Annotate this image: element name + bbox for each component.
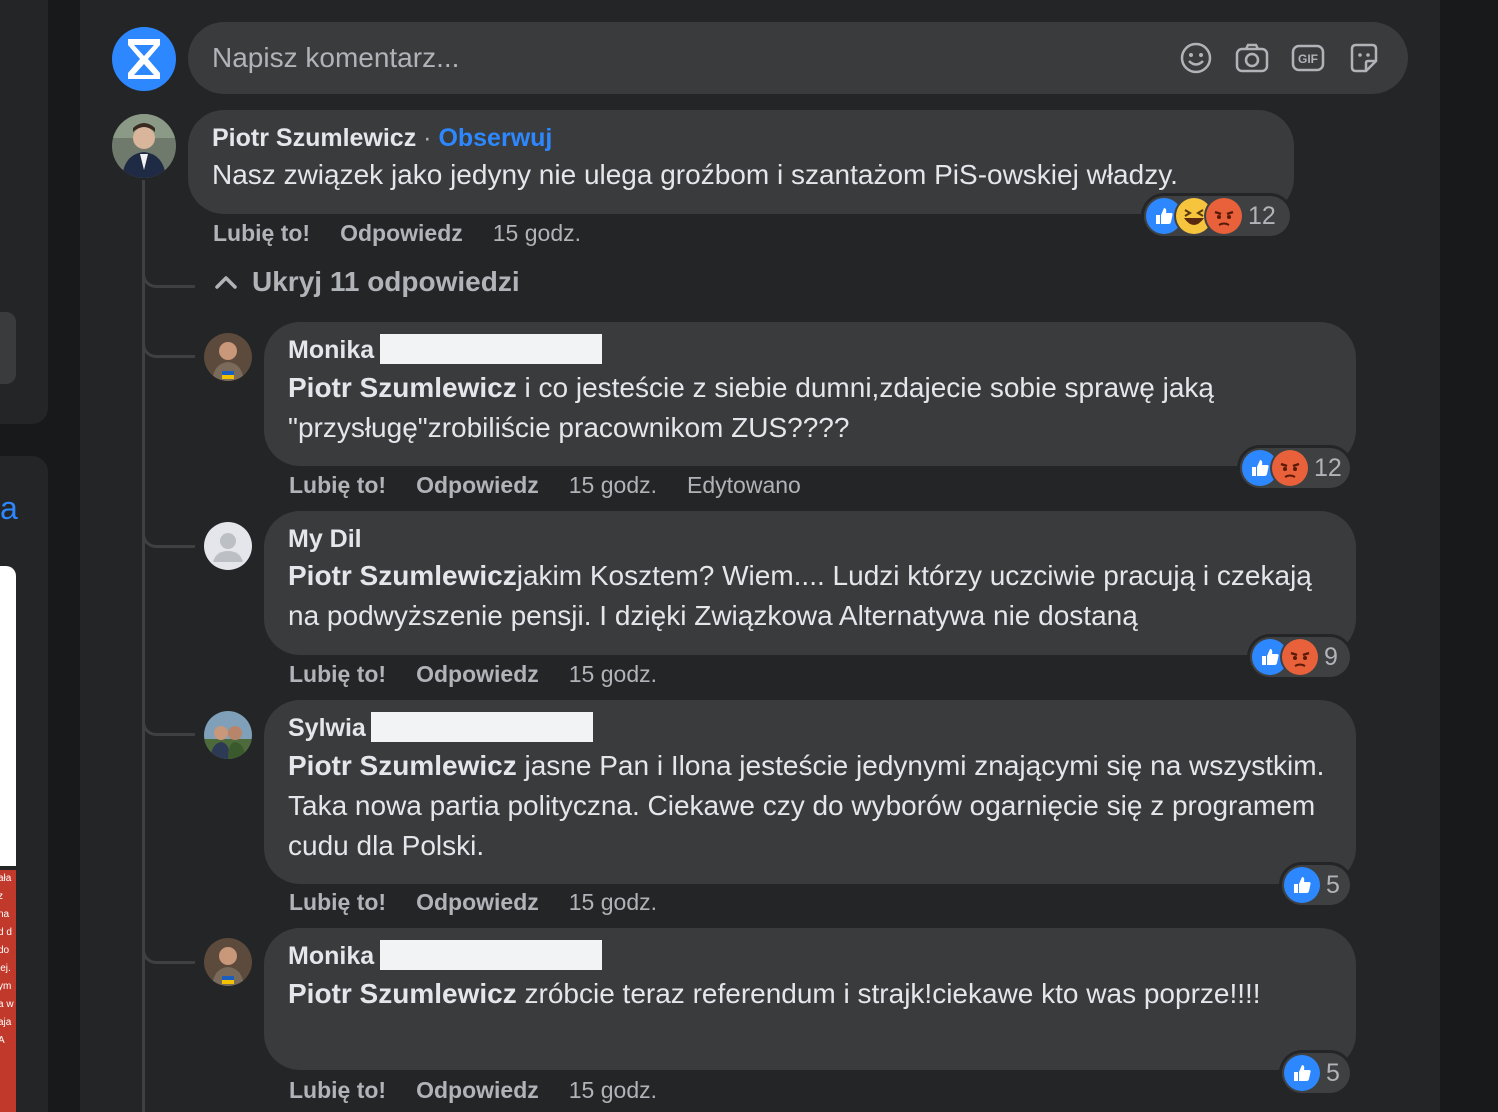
reply-bubble: Sylwia Piotr Szumlewicz jasne Pan i Ilon… [264, 700, 1356, 884]
angry-icon [1272, 450, 1308, 486]
composer-avatar[interactable] [112, 27, 176, 91]
avatar[interactable] [204, 938, 252, 986]
separator: · [416, 124, 439, 152]
timestamp[interactable]: 15 godz. [569, 661, 657, 687]
mention[interactable]: Piotr Szumlewicz [288, 750, 517, 781]
reply-button[interactable]: Odpowiedz [416, 1077, 539, 1103]
comment-author[interactable]: Piotr Szumlewicz [212, 124, 416, 152]
like-button[interactable]: Lubię to! [289, 472, 386, 498]
smiley-icon[interactable] [1178, 40, 1214, 76]
thread-elbow [142, 936, 195, 964]
reaction-summary[interactable]: 12 [1144, 196, 1290, 236]
left-image-fragment [0, 566, 16, 866]
reply-author[interactable]: Monika [288, 942, 374, 970]
mention[interactable]: Piotr Szumlewicz [288, 978, 517, 1009]
reaction-summary[interactable]: 9 [1250, 637, 1350, 677]
reply-actions: Lubię to! Odpowiedz 15 godz. [289, 889, 687, 916]
reply-button[interactable]: Odpowiedz [416, 661, 539, 687]
reply-author[interactable]: Sylwia [288, 714, 366, 742]
reaction-summary[interactable]: 5 [1282, 1053, 1350, 1093]
hide-replies-toggle[interactable]: Ukryj 11 odpowiedzi [214, 266, 520, 298]
follow-link[interactable]: Obserwuj [438, 124, 552, 152]
thread-elbow [142, 520, 195, 548]
mention[interactable]: Piotr Szumlewicz [288, 560, 517, 591]
comment-input-placeholder: Napisz komentarz... [212, 42, 460, 73]
default-avatar-icon [204, 522, 252, 570]
comment-input[interactable]: Napisz komentarz... GIF [188, 22, 1408, 94]
comment-author-line: Piotr Szumlewicz · Obserwuj [212, 124, 1270, 153]
reply-bubble: Monika Piotr Szumlewicz i co jesteście z… [264, 322, 1356, 466]
reply-actions: Lubię to! Odpowiedz 15 godz. Edytowano [289, 472, 801, 499]
reaction-count: 12 [1314, 453, 1342, 482]
angry-icon [1282, 639, 1318, 675]
like-button[interactable]: Lubię to! [289, 661, 386, 687]
hourglass-icon [128, 39, 160, 79]
timestamp[interactable]: 15 godz. [569, 1077, 657, 1103]
left-link-fragment[interactable]: a [0, 490, 18, 527]
reaction-count: 9 [1324, 642, 1338, 671]
reaction-summary[interactable]: 5 [1282, 865, 1350, 905]
reply-text: Piotr Szumlewicz jasne Pan i Ilona jeste… [288, 750, 1325, 862]
redaction-box [380, 940, 603, 971]
reply-button[interactable]: Odpowiedz [416, 889, 539, 915]
left-scroll-pill[interactable] [0, 312, 16, 384]
mention[interactable]: Piotr Szumlewicz [288, 372, 517, 403]
avatar[interactable] [204, 711, 252, 759]
sticker-icon[interactable] [1346, 40, 1382, 76]
reply-actions: Lubię to! Odpowiedz 15 godz. [289, 1077, 687, 1104]
thread-elbow [142, 330, 195, 358]
reply-actions: Lubię to! Odpowiedz 15 godz. [289, 661, 687, 688]
reply-text: Piotr Szumlewiczjakim Kosztem? Wiem.... … [288, 560, 1312, 631]
comment-text: Nasz związek jako jedyny nie ulega groźb… [212, 159, 1178, 190]
left-column: a ałaz nad d doiej. yma w ajaA [0, 0, 50, 1112]
comment-actions: Lubię to! Odpowiedz 15 godz. [213, 220, 611, 247]
camera-icon[interactable] [1234, 40, 1270, 76]
angry-icon [1206, 198, 1242, 234]
reply-button[interactable]: Odpowiedz [416, 472, 539, 498]
reaction-count: 5 [1326, 870, 1340, 899]
reply-text: Piotr Szumlewicz zróbcie teraz referendu… [288, 978, 1261, 1010]
reply-author-line: Monika [288, 334, 1332, 366]
avatar[interactable] [204, 333, 252, 381]
gif-icon[interactable]: GIF [1290, 40, 1326, 76]
composer-icons: GIF [1178, 40, 1382, 76]
timestamp[interactable]: 15 godz. [569, 472, 657, 498]
left-red-text-fragment: ałaz nad d doiej. yma w ajaA [0, 870, 16, 1112]
reply-author[interactable]: Monika [288, 336, 374, 364]
reply-author[interactable]: My Dil [288, 525, 362, 553]
timestamp[interactable]: 15 godz. [493, 220, 581, 246]
like-icon [1284, 1055, 1320, 1091]
reply-author-line: My Dil [288, 525, 1332, 554]
reply-author-line: Sylwia [288, 712, 1332, 744]
like-icon [1284, 867, 1320, 903]
timestamp[interactable]: 15 godz. [569, 889, 657, 915]
like-button[interactable]: Lubię to! [213, 220, 310, 246]
like-button[interactable]: Lubię to! [289, 889, 386, 915]
thread-line [142, 180, 145, 1112]
reply-bubble: My Dil Piotr Szumlewiczjakim Kosztem? Wi… [264, 511, 1356, 655]
svg-text:GIF: GIF [1298, 52, 1318, 66]
redaction-box [380, 334, 603, 365]
edited-label[interactable]: Edytowano [687, 472, 801, 498]
reply-bubble: Monika Piotr Szumlewicz zróbcie teraz re… [264, 928, 1356, 1070]
reply-button[interactable]: Odpowiedz [340, 220, 463, 246]
reply-text: Piotr Szumlewicz i co jesteście z siebie… [288, 372, 1214, 444]
comment-bubble: Piotr Szumlewicz · Obserwuj Nasz związek… [188, 110, 1294, 214]
reaction-count: 5 [1326, 1058, 1340, 1087]
reaction-summary[interactable]: 12 [1240, 448, 1350, 488]
thread-elbow [142, 255, 195, 288]
reaction-count: 12 [1248, 201, 1276, 230]
avatar[interactable] [112, 114, 176, 178]
reply-author-line: Monika [288, 940, 1332, 972]
redaction-box [370, 712, 593, 743]
avatar[interactable] [204, 522, 252, 570]
like-button[interactable]: Lubię to! [289, 1077, 386, 1103]
hide-replies-label: Ukryj 11 odpowiedzi [252, 266, 520, 297]
chevron-up-icon [215, 276, 237, 289]
thread-elbow [142, 708, 195, 736]
